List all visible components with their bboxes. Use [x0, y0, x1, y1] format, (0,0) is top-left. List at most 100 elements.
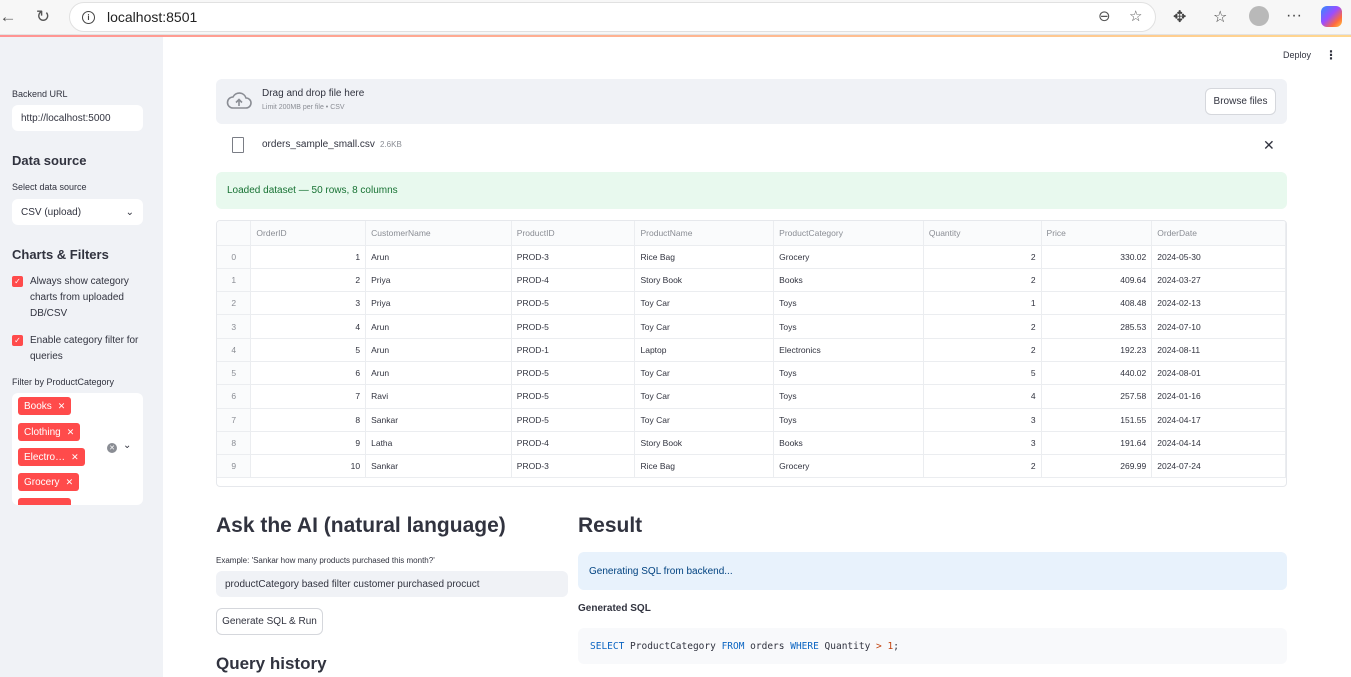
zoom-icon[interactable]: ⊖ [1098, 7, 1111, 25]
data-table[interactable]: OrderID CustomerName ProductID ProductNa… [216, 220, 1287, 487]
table-cell[interactable]: 191.64 [1041, 431, 1153, 456]
category-multiselect[interactable]: Books ✕ Clothing ✕ Electro… ✕ Grocery ✕ ✕ ⌄ [12, 393, 143, 505]
checkbox-show-charts[interactable]: ✓ Always show category charts from uploa… [12, 274, 152, 322]
table-cell[interactable]: Rice Bag [634, 454, 775, 479]
table-cell[interactable]: 2024-05-30 [1151, 245, 1286, 269]
column-header[interactable]: OrderID [250, 221, 367, 246]
row-index[interactable]: 9 [217, 454, 252, 479]
clear-icon[interactable]: ✕ [107, 443, 117, 453]
table-cell[interactable]: 3 [250, 291, 367, 316]
table-cell[interactable]: PROD-3 [511, 454, 636, 479]
table-row[interactable]: 5 6 Arun PROD-5 Toy Car Toys 5 440.02 2024-08-01 [217, 361, 1286, 386]
table-row[interactable]: 9 10 Sankar PROD-3 Rice Bag Grocery 2 269.99 202… [217, 454, 1286, 479]
table-cell[interactable]: Priya [365, 268, 512, 293]
table-cell[interactable]: 151.55 [1041, 408, 1153, 432]
table-cell[interactable]: 440.02 [1041, 361, 1153, 386]
back-icon[interactable]: ← [0, 5, 20, 29]
tag-grocery[interactable]: Grocery ✕ [18, 473, 80, 491]
table-cell[interactable]: PROD-5 [511, 291, 636, 316]
close-icon[interactable]: ✕ [66, 477, 74, 488]
table-cell[interactable]: 2024-04-14 [1151, 431, 1286, 456]
table-cell[interactable]: 2024-04-17 [1151, 408, 1286, 432]
table-cell[interactable]: Toy Car [634, 408, 775, 432]
checkbox-enable-filter[interactable]: ✓ Enable category filter for queries [12, 333, 152, 365]
table-cell[interactable]: PROD-1 [511, 338, 636, 362]
table-cell[interactable]: 6 [250, 361, 367, 386]
table-cell[interactable]: 4 [923, 384, 1042, 409]
table-cell[interactable]: Toy Car [634, 384, 775, 409]
table-row[interactable]: 3 4 Arun PROD-5 Toy Car Toys 2 285.53 2024-07-10 [217, 314, 1286, 339]
column-header[interactable]: ProductID [511, 221, 636, 246]
table-cell[interactable]: 1 [923, 291, 1042, 316]
column-header[interactable]: ProductCategory [773, 221, 924, 246]
table-cell[interactable]: Arun [365, 361, 512, 386]
close-icon[interactable]: ✕ [71, 452, 79, 463]
row-index[interactable]: 1 [217, 268, 252, 293]
table-cell[interactable]: 2 [250, 268, 367, 293]
table-cell[interactable]: PROD-3 [511, 245, 636, 269]
chevron-down-icon[interactable]: ⌄ [123, 440, 131, 451]
table-cell[interactable]: 3 [923, 431, 1042, 456]
tag-partial[interactable] [18, 498, 71, 505]
table-cell[interactable]: Laptop [634, 338, 775, 362]
table-cell[interactable]: 7 [250, 384, 367, 409]
table-cell[interactable]: 2024-03-27 [1151, 268, 1286, 293]
table-cell[interactable]: Books [773, 268, 924, 293]
column-header[interactable]: CustomerName [365, 221, 512, 246]
main-menu-icon[interactable]: ⋮ [1325, 48, 1337, 62]
table-cell[interactable]: Toys [773, 291, 924, 316]
table-cell[interactable]: 2 [923, 314, 1042, 339]
table-cell[interactable]: Rice Bag [634, 245, 775, 269]
row-index[interactable]: 5 [217, 361, 252, 386]
table-cell[interactable]: Toys [773, 314, 924, 339]
table-cell[interactable]: Books [773, 431, 924, 456]
row-index[interactable]: 0 [217, 245, 252, 269]
reload-icon[interactable]: ↻ [31, 5, 55, 29]
table-cell[interactable]: 4 [250, 314, 367, 339]
star-icon[interactable]: ☆ [1129, 7, 1142, 25]
copilot-icon[interactable] [1321, 6, 1342, 27]
row-index[interactable]: 2 [217, 291, 252, 316]
browse-files-button[interactable]: Browse files [1205, 88, 1276, 115]
table-cell[interactable]: Arun [365, 245, 512, 269]
table-cell[interactable]: Toys [773, 361, 924, 386]
table-cell[interactable]: Toys [773, 408, 924, 432]
table-row[interactable]: 7 8 Sankar PROD-5 Toy Car Toys 3 151.55 2024-04-… [217, 408, 1286, 432]
table-cell[interactable]: 269.99 [1041, 454, 1153, 479]
table-cell[interactable]: PROD-5 [511, 408, 636, 432]
checkbox-checked-icon[interactable]: ✓ [12, 335, 23, 346]
table-cell[interactable]: Grocery [773, 245, 924, 269]
file-dropzone[interactable]: Drag and drop file here Limit 200MB per … [216, 79, 1287, 124]
table-row[interactable]: 1 2 Priya PROD-4 Story Book Books 2 409.64 2024-… [217, 268, 1286, 293]
row-index[interactable]: 3 [217, 314, 252, 339]
table-cell[interactable]: Latha [365, 431, 512, 456]
table-cell[interactable]: Toys [773, 384, 924, 409]
table-cell[interactable]: 2024-07-10 [1151, 314, 1286, 339]
table-cell[interactable]: Sankar [365, 454, 512, 479]
table-row[interactable]: 4 5 Arun PROD-1 Laptop Electronics 2 192.23 2024… [217, 338, 1286, 362]
table-cell[interactable]: Toy Car [634, 361, 775, 386]
table-cell[interactable]: 2 [923, 338, 1042, 362]
profile-icon[interactable] [1249, 6, 1269, 26]
close-icon[interactable]: ✕ [58, 401, 66, 412]
table-cell[interactable]: 1 [250, 245, 367, 269]
info-icon[interactable]: i [82, 10, 95, 24]
table-cell[interactable]: 5 [923, 361, 1042, 386]
table-cell[interactable]: 257.58 [1041, 384, 1153, 409]
table-row[interactable]: 8 9 Latha PROD-4 Story Book Books 3 191.64 2024-… [217, 431, 1286, 456]
table-cell[interactable]: 2 [923, 454, 1042, 479]
column-header[interactable]: Price [1041, 221, 1153, 246]
favorites-icon[interactable]: ☆ [1213, 7, 1227, 27]
deploy-button[interactable]: Deploy [1283, 50, 1311, 60]
table-cell[interactable]: Electronics [773, 338, 924, 362]
table-cell[interactable]: 2024-02-13 [1151, 291, 1286, 316]
table-cell[interactable]: 285.53 [1041, 314, 1153, 339]
table-cell[interactable]: 5 [250, 338, 367, 362]
table-row[interactable]: 0 1 Arun PROD-3 Rice Bag Grocery 2 330.02 2024-0… [217, 245, 1286, 269]
close-icon[interactable]: ✕ [67, 427, 75, 438]
table-cell[interactable]: Sankar [365, 408, 512, 432]
table-cell[interactable]: 330.02 [1041, 245, 1153, 269]
table-cell[interactable]: PROD-5 [511, 314, 636, 339]
table-row[interactable]: 2 3 Priya PROD-5 Toy Car Toys 1 408.48 2024-02-1… [217, 291, 1286, 316]
table-cell[interactable]: PROD-4 [511, 431, 636, 456]
